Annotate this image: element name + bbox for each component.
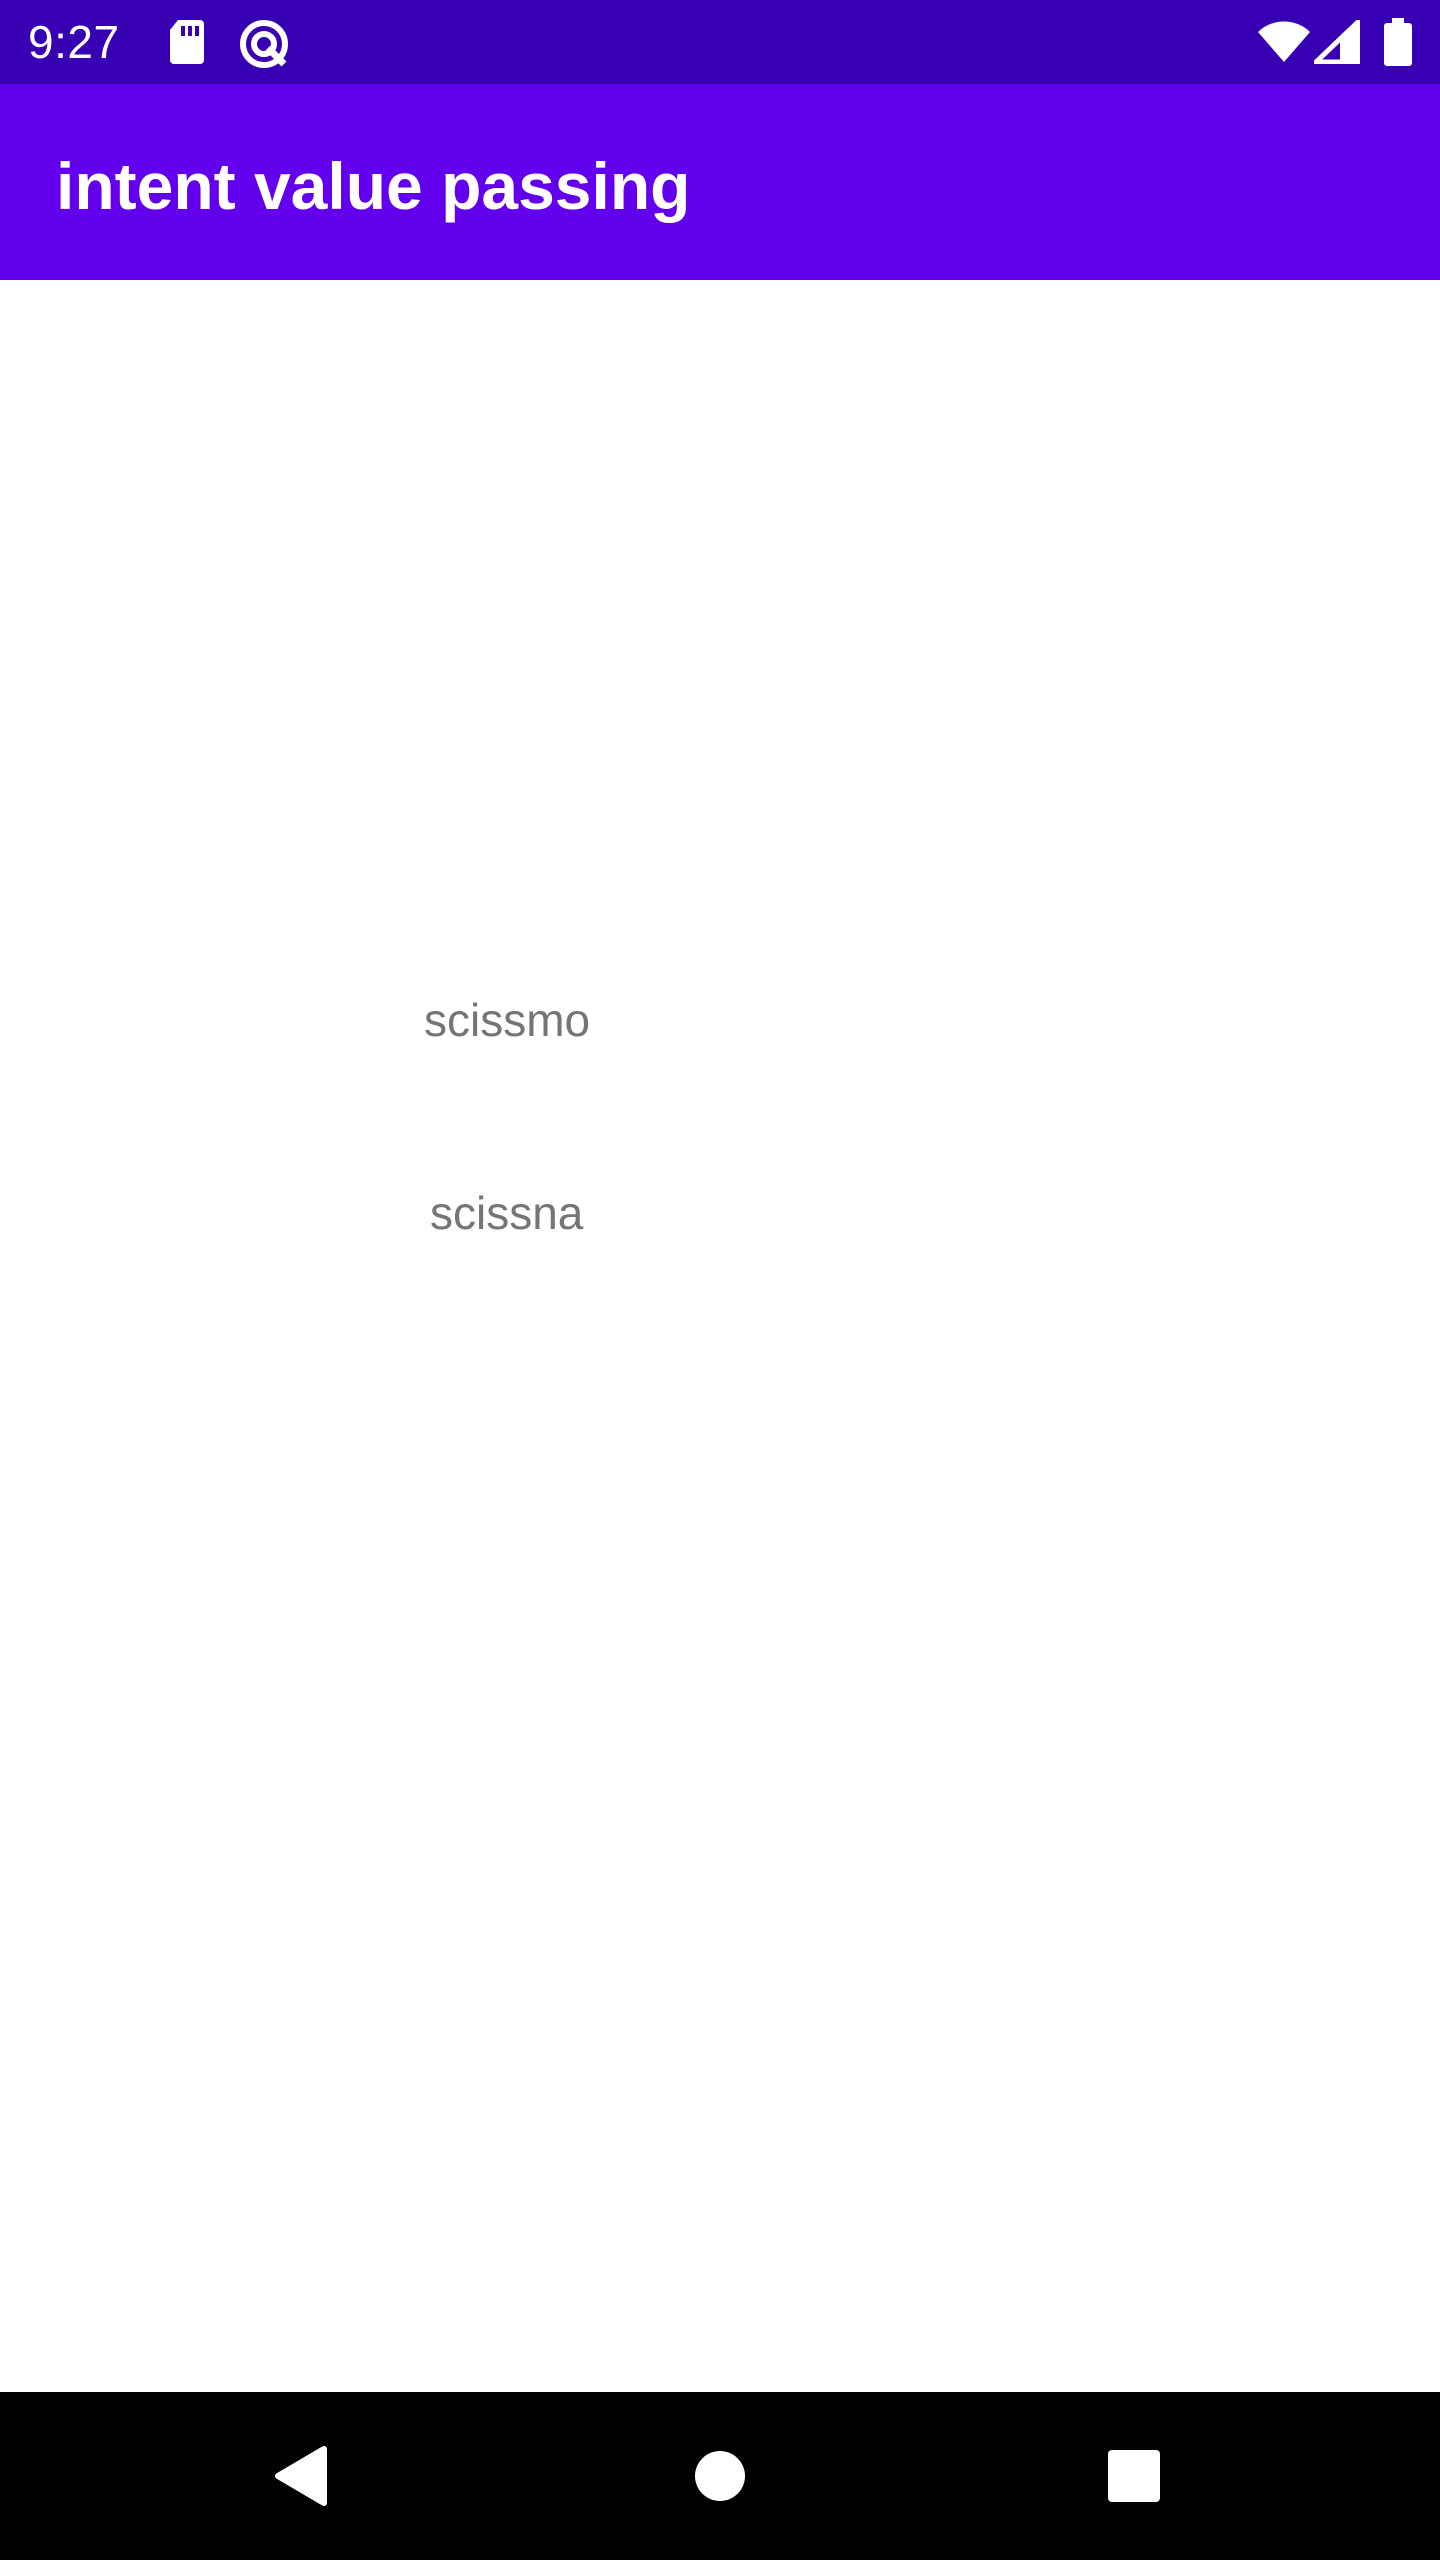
home-icon: [694, 2450, 746, 2502]
wifi-icon: [1256, 20, 1312, 68]
screen: 9:27 intent value passing scissmo scissn…: [0, 0, 1440, 2560]
status-bar: 9:27: [0, 0, 1440, 84]
app-bar: intent value passing: [0, 84, 1440, 280]
data-saver-icon: [238, 18, 290, 68]
cellular-signal-icon: [1314, 20, 1360, 68]
navigation-bar: [0, 2392, 1440, 2560]
recents-button[interactable]: [1084, 2426, 1184, 2526]
battery-icon: [1384, 18, 1412, 66]
text-value-second: scissna: [430, 1187, 584, 1239]
status-time: 9:27: [28, 16, 120, 68]
main-content: scissmo scissna: [0, 280, 1440, 2392]
back-button[interactable]: [250, 2426, 350, 2526]
home-button[interactable]: [670, 2426, 770, 2526]
text-value-first: scissmo: [424, 994, 591, 1046]
sd-card-icon: [168, 18, 206, 66]
app-title: intent value passing: [56, 149, 691, 223]
recents-icon: [1108, 2450, 1160, 2502]
back-icon: [272, 2445, 328, 2507]
